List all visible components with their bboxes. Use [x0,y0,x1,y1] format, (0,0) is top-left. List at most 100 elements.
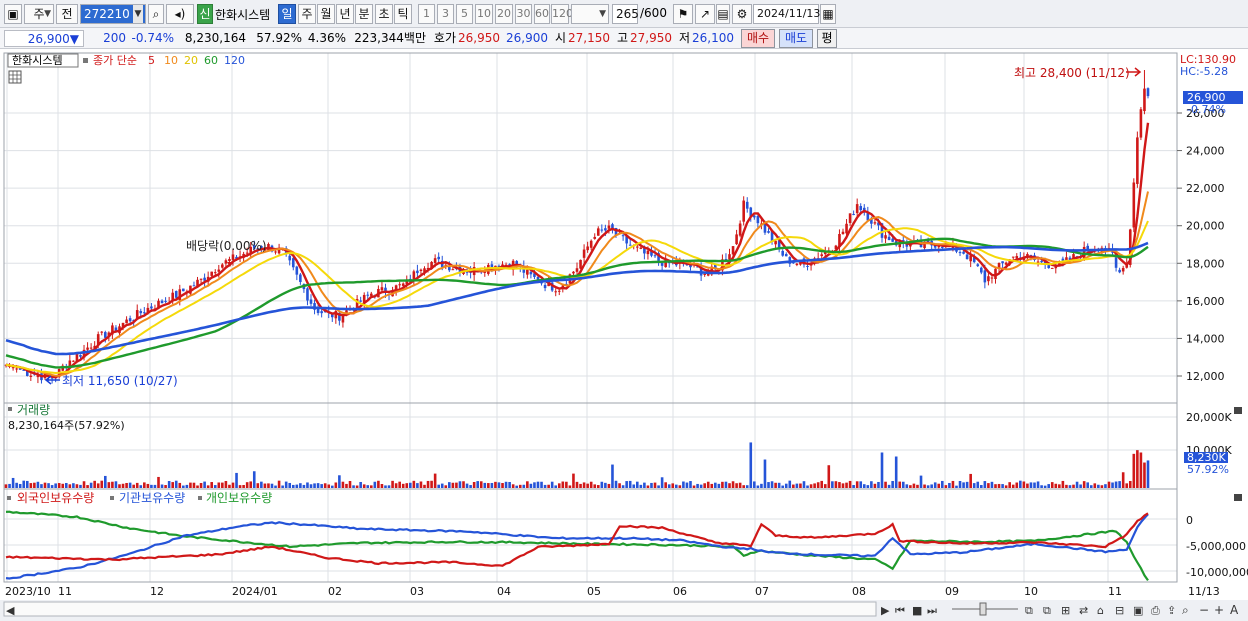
sell-button[interactable]: 매도 [779,29,813,48]
period-tab-2[interactable]: 월 [317,4,335,24]
interval-select[interactable]: ▼ [571,4,609,24]
copy-icon[interactable]: ⧉ [1025,604,1033,617]
candle-body [150,306,153,309]
interval-button-20[interactable]: 20 [495,4,513,24]
scroll-play-icon[interactable]: ▶ [881,604,890,617]
interval-button-3[interactable]: 3 [437,4,454,24]
export-icon[interactable]: ⇪ [1167,604,1176,617]
period-tab-3[interactable]: 년 [336,4,354,24]
speaker-icon[interactable]: ◂) [166,4,194,24]
volume-bar [696,483,699,488]
volume-bar [1019,480,1022,488]
x-label-9: 07 [755,585,769,598]
interval-button-5[interactable]: 5 [456,4,473,24]
volume-bar [139,485,143,488]
volume-bar [1033,482,1036,488]
volume-bar [192,482,196,488]
table-toggle-icon[interactable] [8,70,22,84]
font-size-icon[interactable]: A [1230,603,1239,617]
volume-bar [628,480,632,488]
bookmark-icon[interactable]: ⌂ [1097,604,1104,617]
zoom-out-icon[interactable]: − [1199,603,1209,617]
candle-body [221,264,224,268]
volume-bar [4,484,8,488]
paste-icon[interactable]: ⧉ [1043,604,1051,617]
candle-body [295,266,299,275]
volume-pane-close-icon[interactable] [1234,407,1242,414]
current-price-tag-pct: -0.74% [1187,103,1226,116]
candle-body [433,258,437,263]
interval-button-1[interactable]: 1 [418,4,435,24]
buy-button[interactable]: 매수 [741,29,775,48]
volume-bar [330,485,334,488]
candle-body [306,288,309,301]
period-tab-0[interactable]: 일 [278,4,296,24]
prev-button[interactable]: 전 [56,4,78,24]
candle-body [596,228,600,236]
holding-pane-close-icon[interactable] [1234,494,1242,501]
image-icon[interactable]: ▣ [1133,604,1143,617]
avg-button[interactable]: 평 [817,29,837,48]
candle-body [1121,267,1125,272]
date-input[interactable]: 2024/11/13 [753,4,820,24]
volume-bar [288,482,292,488]
scroll-back-icon[interactable]: ⏮ [895,604,905,617]
period-unit-select[interactable]: 주 ▼ [24,4,54,24]
volume-bar [802,481,806,488]
stock-name: 한화시스템 [215,8,271,22]
down-arrow-icon: ▼ [69,32,79,46]
stock-code-input[interactable]: 272210 ▼ [80,4,146,24]
zoom-slider-handle[interactable] [979,602,987,616]
scroll-stop-icon[interactable]: ■ [912,604,922,617]
interval-button-30[interactable]: 30 [515,4,532,24]
scroll-left-icon[interactable]: ◀ [6,604,15,617]
interval-button-120[interactable]: 120 [551,4,573,24]
candle-body [174,291,178,298]
candle-body [586,246,589,251]
volume-bar [536,481,540,488]
volume-bar [8,483,11,488]
period-tab-4[interactable]: 분 [355,4,373,24]
period-tab-6[interactable]: 틱 [394,4,412,24]
candle-body [820,254,824,257]
sync-icon[interactable]: ⇄ [1079,604,1088,617]
candle-body [646,250,650,255]
candle-type-icon[interactable]: ⚑ [673,4,693,24]
stock-chart-svg[interactable]: 한화시스템 종가 단순 5 10 20 60 120 LC:130.90 HC:… [0,50,1248,621]
horizontal-scrollbar[interactable] [3,601,877,617]
count-input[interactable]: 265 [612,4,639,24]
interval-button-10[interactable]: 10 [475,4,493,24]
bid-price: 26,900 [506,31,548,45]
holding-legend-institution: 기관보유수량 [119,491,185,505]
volume-bar [1136,450,1139,488]
volume-bar [277,480,281,488]
zoom-in-icon[interactable]: + [1214,603,1224,617]
split-icon[interactable]: ⊟ [1115,604,1124,617]
trend-tool-icon[interactable]: ↗ [695,4,715,24]
print-icon[interactable]: ⎙ [1151,604,1160,617]
chart-area[interactable]: 한화시스템 종가 단순 5 10 20 60 120 LC:130.90 HC:… [0,50,1248,621]
settings-gear-icon[interactable]: ⚙ [732,4,752,24]
period-tab-5[interactable]: 초 [375,4,393,24]
scroll-forward-icon[interactable]: ⏭ [927,604,937,617]
interval-button-60[interactable]: 60 [534,4,550,24]
save-icon[interactable]: ▤ [716,4,730,24]
chart-layout-icon[interactable]: ▣ [4,4,22,24]
volume-bar [160,484,164,488]
open-label: 시 [554,31,566,45]
volume-bar [1097,484,1100,488]
period-tab-1[interactable]: 주 [298,4,316,24]
volume-bar [380,484,384,488]
candle-body [873,222,877,224]
search-icon[interactable]: ⌕ [148,4,164,24]
calendar-icon[interactable]: ▦ [820,4,836,24]
zoom-search-icon[interactable]: ⌕ [1182,603,1189,617]
layout-icon[interactable]: ⊞ [1061,604,1070,617]
volume-bar [901,481,905,488]
volume-bar [738,482,742,488]
volume-bar [75,484,79,488]
volume-bar [621,485,625,488]
candle-body [1011,256,1015,258]
volume-bar [788,480,792,488]
candle-body [600,229,604,231]
